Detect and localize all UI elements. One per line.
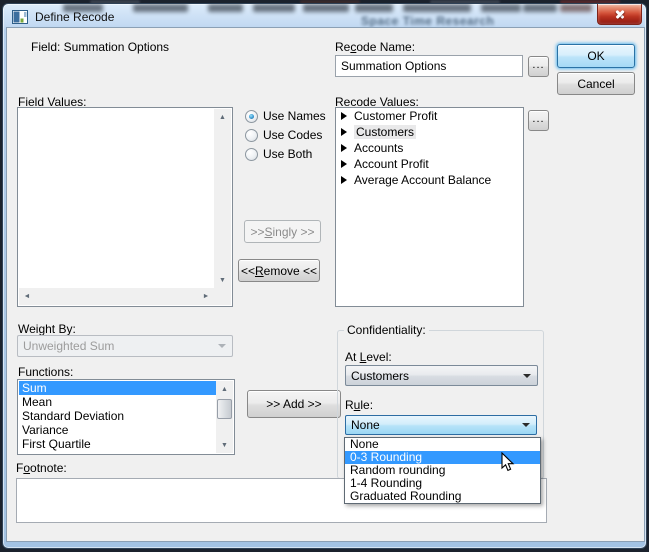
radio-label: Use Codes	[263, 128, 322, 142]
background-blur	[523, 4, 557, 12]
list-item[interactable]: First Quartile	[19, 437, 217, 451]
list-item[interactable]: Customer Profit	[336, 108, 523, 124]
at-level-combobox[interactable]: Customers	[345, 365, 538, 386]
list-item[interactable]: Account Profit	[336, 156, 523, 172]
footnote-label: Footnote:	[16, 461, 67, 475]
list-item[interactable]: Median	[19, 451, 217, 453]
list-item[interactable]: Mean	[19, 395, 217, 409]
close-button[interactable]	[597, 4, 642, 25]
radio-icon	[245, 148, 258, 161]
scrollbar-thumb[interactable]	[217, 399, 232, 419]
weight-by-value: Unweighted Sum	[23, 339, 114, 353]
list-item-label: Average Account Balance	[354, 173, 491, 187]
weight-by-combobox: Unweighted Sum	[17, 335, 233, 357]
background-blur	[208, 4, 243, 12]
scroll-down-icon: ▼	[219, 277, 226, 284]
recode-name-label: Recode Name:	[335, 40, 415, 54]
horizontal-scrollbar[interactable]: ◄ ►	[19, 288, 214, 305]
dropdown-arrow-icon	[523, 374, 531, 378]
list-item-label: Account Profit	[354, 157, 429, 171]
background-blur	[481, 4, 521, 12]
background-blur	[355, 4, 393, 12]
at-level-value: Customers	[351, 369, 409, 383]
recode-name-input[interactable]: Summation Options	[335, 55, 523, 77]
list-item[interactable]: Variance	[19, 423, 217, 437]
dropdown-arrow-icon	[522, 423, 530, 427]
background-window-title: Space Time Research	[361, 14, 494, 28]
background-blur	[303, 4, 349, 12]
recode-values-listbox[interactable]: Customer Profit Customers Accounts Accou…	[335, 107, 524, 307]
list-item[interactable]: Accounts	[336, 140, 523, 156]
scroll-left-icon: ◄	[24, 293, 31, 300]
recode-values-browse-button[interactable]: ...	[528, 110, 549, 131]
radio-icon	[245, 129, 258, 142]
confidentiality-label: Confidentiality:	[344, 323, 429, 337]
background-blur	[133, 4, 188, 12]
singly-button[interactable]: >> Singly >>	[244, 220, 321, 243]
ok-button[interactable]: OK	[557, 44, 635, 68]
background-blur	[560, 4, 592, 12]
vertical-scrollbar[interactable]: ▲ ▼	[214, 109, 231, 288]
list-item[interactable]: Standard Deviation	[19, 409, 217, 423]
background-blur	[403, 4, 471, 12]
cancel-button[interactable]: Cancel	[557, 72, 635, 95]
scroll-down-button[interactable]: ▼	[216, 437, 233, 453]
radio-use-codes[interactable]: Use Codes	[245, 127, 322, 143]
dropdown-arrow-icon	[218, 344, 226, 348]
dropdown-option[interactable]: Graduated Rounding	[345, 490, 540, 503]
scroll-up-button[interactable]: ▲	[216, 381, 233, 397]
add-button[interactable]: >> Add >>	[247, 390, 341, 418]
recode-name-browse-button[interactable]: ...	[528, 56, 549, 77]
scroll-right-button[interactable]: ►	[198, 288, 214, 305]
list-item-label: Customers	[354, 125, 416, 139]
field-info-label: Field: Summation Options	[31, 40, 169, 54]
list-item-label: Accounts	[354, 141, 403, 155]
radio-label: Use Names	[263, 109, 326, 123]
dialog-define-recode: Space Time Research Define Recode Field:…	[2, 3, 647, 549]
list-item[interactable]: Average Account Balance	[336, 172, 523, 188]
scroll-up-button[interactable]: ▲	[214, 109, 231, 125]
screen: Space Time Research Define Recode Field:…	[0, 0, 649, 552]
list-item[interactable]: Sum	[19, 381, 217, 395]
app-icon	[12, 9, 28, 25]
radio-use-names[interactable]: Use Names	[245, 108, 326, 124]
close-icon	[614, 8, 626, 20]
scroll-left-button[interactable]: ◄	[19, 288, 35, 305]
functions-label: Functions:	[18, 365, 73, 379]
vertical-scrollbar[interactable]: ▲ ▼	[216, 381, 233, 453]
radio-use-both[interactable]: Use Both	[245, 146, 312, 162]
field-values-listbox[interactable]: ▲ ▼ ◄ ►	[17, 107, 233, 307]
window-title: Define Recode	[35, 10, 114, 24]
radio-icon	[245, 110, 258, 123]
value-item-arrow-icon	[341, 160, 347, 168]
scroll-right-icon: ►	[203, 293, 210, 300]
functions-listbox[interactable]: Sum Mean Standard Deviation Variance Fir…	[17, 379, 235, 455]
value-item-arrow-icon	[341, 128, 347, 136]
radio-label: Use Both	[263, 147, 312, 161]
scroll-down-icon: ▼	[221, 442, 228, 449]
rule-combobox[interactable]: None	[345, 415, 537, 435]
list-item-label: Customer Profit	[354, 109, 437, 123]
scrollbar-corner	[214, 288, 231, 305]
weight-by-label: Weight By:	[18, 322, 76, 336]
rule-value: None	[351, 418, 380, 432]
remove-button[interactable]: << Remove <<	[238, 259, 320, 282]
at-level-label: At Level:	[345, 350, 392, 364]
dialog-client: Field: Summation Options Recode Name: Su…	[6, 27, 645, 542]
value-item-arrow-icon	[341, 112, 347, 120]
scroll-up-icon: ▲	[219, 114, 226, 121]
value-item-arrow-icon	[341, 144, 347, 152]
value-item-arrow-icon	[341, 176, 347, 184]
rule-dropdown-list[interactable]: None 0-3 Rounding Random rounding 1-4 Ro…	[344, 437, 541, 504]
radio-dot	[249, 114, 254, 119]
scroll-down-button[interactable]: ▼	[214, 272, 231, 288]
list-item[interactable]: Customers	[336, 124, 523, 140]
functions-rows: Sum Mean Standard Deviation Variance Fir…	[19, 381, 217, 453]
background-blur	[253, 4, 295, 12]
scroll-up-icon: ▲	[221, 386, 228, 393]
rule-label: Rule:	[345, 398, 373, 412]
